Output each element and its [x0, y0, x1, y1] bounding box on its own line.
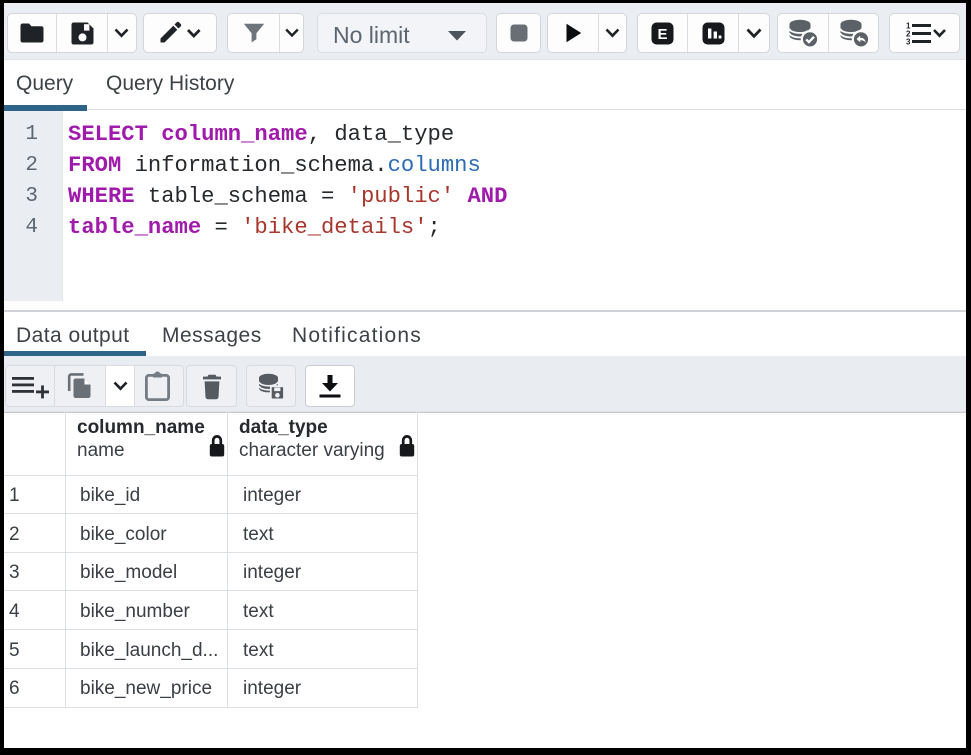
- svg-text:E: E: [657, 26, 667, 43]
- svg-text:3: 3: [906, 38, 911, 47]
